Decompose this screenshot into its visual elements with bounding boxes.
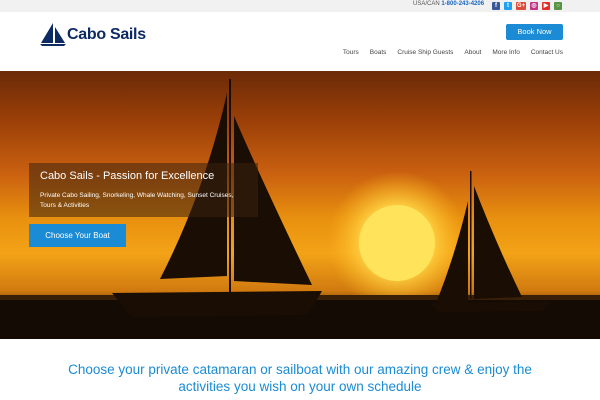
nav-item-about[interactable]: About bbox=[464, 49, 481, 56]
phone-prefix: USA/CAN bbox=[413, 1, 440, 7]
tagline-line-1: Choose your private catamaran or sailboa… bbox=[68, 362, 532, 377]
nav-item-tours[interactable]: Tours bbox=[343, 49, 359, 56]
phone-number[interactable]: 1-800-243-4206 bbox=[441, 1, 484, 7]
tagline-line-2: activities you wish on your own schedule bbox=[178, 379, 422, 394]
logo-text: Cabo Sails bbox=[67, 26, 146, 43]
nav-item-cruise-ship-guests[interactable]: Cruise Ship Guests bbox=[397, 49, 453, 56]
logo[interactable]: Cabo Sails bbox=[40, 22, 146, 46]
nav-item-boats[interactable]: Boats bbox=[370, 49, 387, 56]
site-header: Cabo Sails Book Now Tours Boats Cruise S… bbox=[0, 12, 600, 71]
hero-title: Cabo Sails - Passion for Excellence bbox=[40, 170, 215, 182]
google-plus-icon[interactable]: G+ bbox=[516, 2, 526, 10]
nav-item-contact-us[interactable]: Contact Us bbox=[531, 49, 563, 56]
instagram-icon[interactable]: ◎ bbox=[530, 2, 538, 10]
facebook-icon[interactable]: f bbox=[492, 2, 500, 10]
hero-subtitle: Private Cabo Sailing, Snorkeling, Whale … bbox=[40, 192, 234, 209]
social-links: f t G+ ◎ ▶ ○ bbox=[492, 2, 562, 10]
main-nav: Tours Boats Cruise Ship Guests About Mor… bbox=[343, 49, 563, 56]
top-utility-bar: USA/CAN 1-800-243-4206 f t G+ ◎ ▶ ○ bbox=[0, 0, 600, 12]
book-now-button[interactable]: Book Now bbox=[506, 24, 563, 40]
phone-contact[interactable]: USA/CAN 1-800-243-4206 bbox=[413, 1, 484, 7]
tripadvisor-icon[interactable]: ○ bbox=[554, 2, 562, 10]
twitter-icon[interactable]: t bbox=[504, 2, 512, 10]
youtube-icon[interactable]: ▶ bbox=[542, 2, 550, 10]
sail-logo-icon bbox=[40, 23, 66, 46]
hero-banner: Cabo Sails - Passion for Excellence Priv… bbox=[0, 71, 600, 339]
tagline: Choose your private catamaran or sailboa… bbox=[0, 361, 600, 395]
nav-item-more-info[interactable]: More Info bbox=[492, 49, 519, 56]
choose-your-boat-button[interactable]: Choose Your Boat bbox=[29, 224, 126, 247]
